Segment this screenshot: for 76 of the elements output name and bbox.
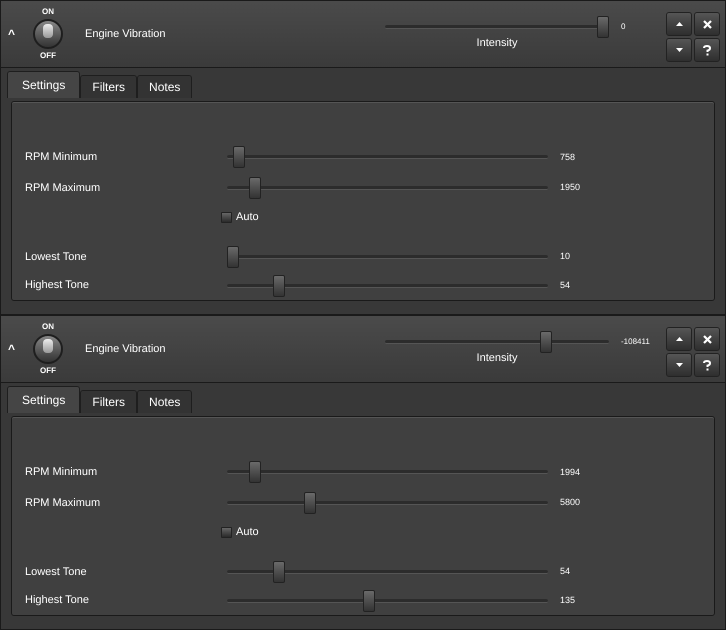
slider-thumb[interactable] (540, 331, 552, 353)
help-button[interactable] (694, 353, 720, 377)
move-down-button[interactable] (666, 353, 692, 377)
slider-track[interactable] (227, 460, 548, 484)
slider-track[interactable] (385, 15, 609, 39)
slider-track[interactable] (227, 491, 548, 516)
slider-track[interactable] (227, 560, 548, 584)
slider-label: Highest Tone (25, 278, 90, 294)
slider-label: RPM Maximum (25, 496, 102, 511)
move-up-button[interactable] (666, 327, 692, 351)
help-button[interactable] (694, 38, 720, 62)
slider-thumb[interactable] (273, 560, 286, 583)
help-icon (703, 44, 711, 56)
slider-thumb[interactable] (273, 274, 286, 297)
tab[interactable]: Filters (80, 390, 138, 413)
collapse-icon[interactable]: ^ (8, 340, 20, 358)
close-button[interactable] (694, 12, 720, 36)
slider-label: Highest Tone (25, 593, 90, 608)
down-icon (676, 48, 682, 52)
slider-thumb[interactable] (248, 461, 261, 484)
tab[interactable]: Settings (7, 386, 80, 413)
slider-thumb[interactable] (227, 246, 239, 268)
slider-track[interactable] (227, 244, 548, 269)
checkbox-label: Auto (236, 210, 259, 225)
up-icon (676, 337, 682, 341)
slider-thumb[interactable] (362, 590, 375, 612)
checkbox-label: Auto (236, 524, 259, 540)
slider-value: 54 (560, 565, 570, 578)
help-icon (703, 360, 711, 370)
down-icon (676, 363, 682, 367)
slider-value: 758 (560, 150, 576, 164)
intensity-label: Intensity (476, 36, 518, 51)
collapse-icon[interactable]: ^ (8, 25, 20, 43)
on-label: ON (42, 322, 54, 332)
toggle-switch[interactable] (33, 19, 63, 49)
off-label: OFF (40, 51, 56, 61)
slider-thumb[interactable] (304, 492, 316, 514)
intensity-label: Intensity (476, 351, 518, 366)
slider-track[interactable] (227, 588, 548, 613)
close-icon (702, 20, 712, 28)
slider-label: Lowest Tone (25, 250, 88, 265)
auto-checkbox[interactable] (221, 212, 232, 222)
intensity-value: -108411 (621, 336, 650, 348)
slider-value: 135 (560, 594, 576, 607)
slider-thumb[interactable] (233, 146, 246, 168)
off-label: OFF (40, 366, 56, 376)
slider-track[interactable] (227, 145, 548, 170)
slider-label: RPM Minimum (25, 150, 98, 166)
on-label: ON (42, 7, 54, 17)
tab[interactable]: Filters (80, 75, 138, 98)
close-button[interactable] (694, 327, 720, 351)
toggle-switch[interactable] (33, 334, 63, 364)
slider-thumb[interactable] (248, 177, 261, 200)
slider-value: 1994 (560, 466, 580, 479)
slider-value: 1950 (560, 181, 580, 194)
move-up-button[interactable] (666, 12, 692, 36)
slider-label: RPM Maximum (25, 180, 102, 196)
slider-value: 5800 (560, 496, 580, 510)
close-icon (702, 334, 712, 344)
up-icon (676, 22, 682, 26)
slider-track[interactable] (227, 274, 548, 298)
slider-value: 10 (560, 250, 570, 264)
intensity-value: 0 (621, 21, 626, 33)
tab[interactable]: Settings (7, 71, 80, 98)
tab[interactable]: Notes (137, 390, 192, 413)
slider-track[interactable] (227, 176, 548, 200)
tab[interactable]: Notes (137, 75, 192, 98)
slider-value: 54 (560, 278, 570, 292)
slider-track[interactable] (385, 330, 609, 354)
panel-title: Engine Vibration (85, 342, 166, 357)
move-down-button[interactable] (666, 38, 692, 62)
slider-thumb[interactable] (597, 16, 609, 38)
slider-label: Lowest Tone (25, 564, 88, 580)
auto-checkbox[interactable] (221, 526, 232, 538)
slider-label: RPM Minimum (25, 465, 98, 480)
panel-title: Engine Vibration (85, 26, 166, 42)
